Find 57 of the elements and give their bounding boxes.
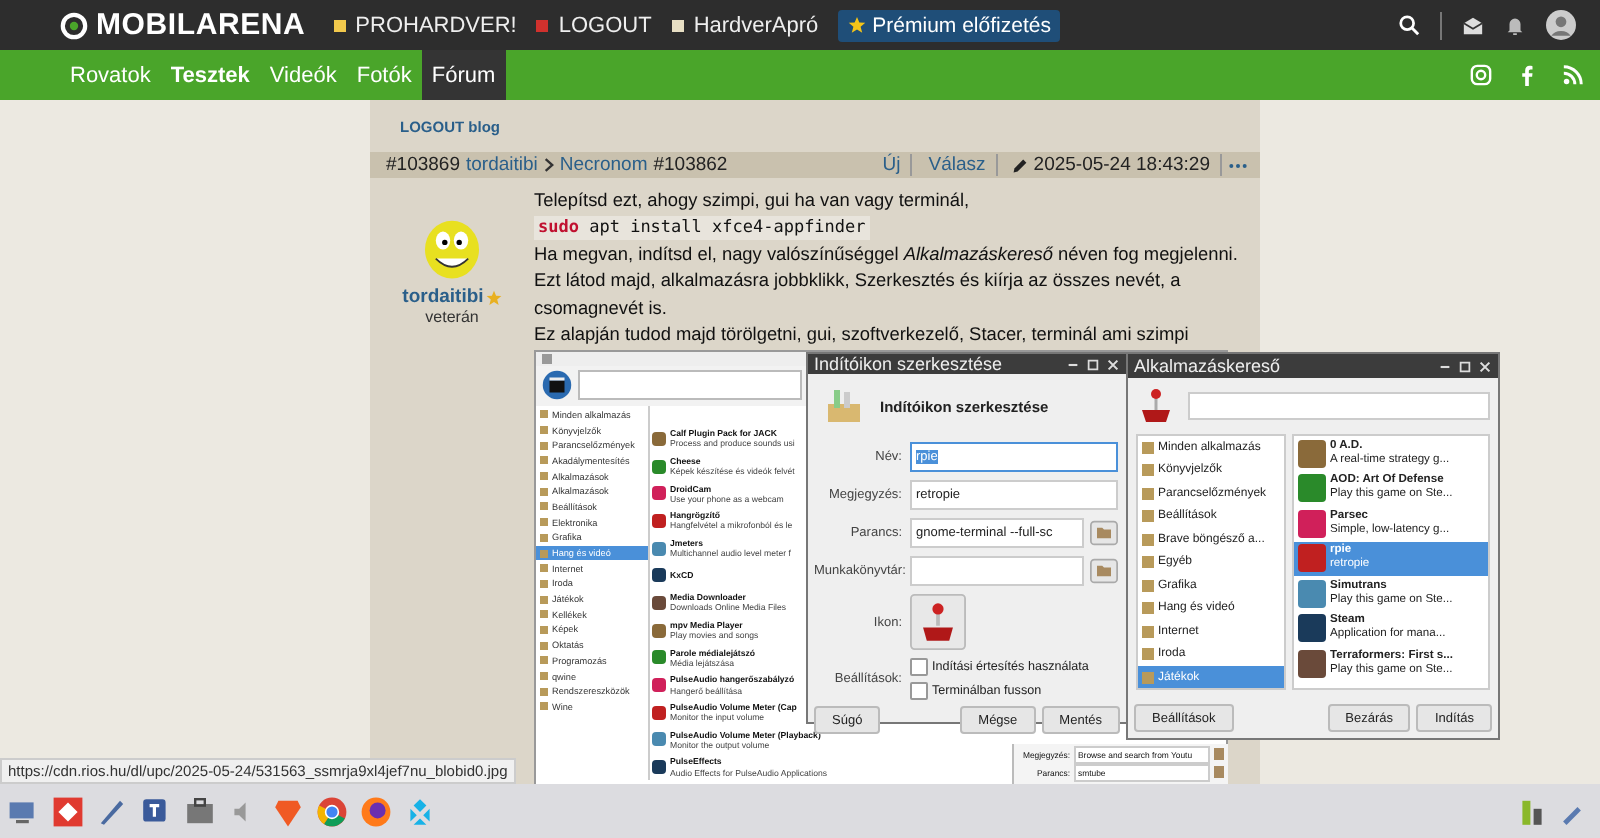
close-icon[interactable] bbox=[1478, 359, 1492, 373]
code-snippet: sudo apt install xfce4-appfinder bbox=[534, 215, 870, 239]
blog-link[interactable]: LOGOUT blog bbox=[400, 118, 500, 136]
window-title: Indítóikon szerkesztése bbox=[814, 354, 1005, 374]
rss-icon[interactable] bbox=[1562, 64, 1584, 86]
post-date: 2025-05-24 18:43:29 bbox=[1033, 154, 1222, 176]
chrome-icon[interactable] bbox=[316, 795, 348, 827]
checkbox[interactable] bbox=[910, 682, 928, 700]
instagram-icon[interactable] bbox=[1470, 64, 1492, 86]
site-link[interactable]: LOGOUT bbox=[558, 13, 652, 37]
post-action-link[interactable]: Válasz bbox=[918, 154, 998, 176]
folder-icon[interactable] bbox=[1090, 558, 1118, 584]
star-icon bbox=[848, 16, 867, 34]
bell-icon[interactable] bbox=[1504, 14, 1526, 36]
search-field[interactable] bbox=[1188, 392, 1490, 420]
site-link[interactable]: PROHARDVER! bbox=[355, 13, 517, 37]
nav-tab[interactable]: Fórum bbox=[421, 50, 506, 100]
mail-icon[interactable] bbox=[1462, 14, 1484, 36]
site-link[interactable]: HardverApró bbox=[693, 13, 819, 37]
username-link[interactable]: tordaitibi bbox=[402, 286, 484, 308]
post-paragraph: Ezt látod majd, alkalmazásra jobbklikk, Szerkesztés és kiírja az összes nevét, a csomagnevét is. bbox=[534, 268, 1183, 322]
firefox-icon[interactable] bbox=[360, 795, 392, 827]
maximize-icon[interactable] bbox=[1086, 357, 1100, 371]
avatar-icon[interactable] bbox=[1546, 10, 1576, 40]
post-paragraph: Ha megvan, indítsd el, nagy valószínűséggel Alkalmazáskereső néven fog megjelenni. bbox=[534, 241, 1240, 268]
toolbox-icon bbox=[824, 386, 864, 426]
maximize-icon[interactable] bbox=[1458, 359, 1472, 373]
pen-icon[interactable] bbox=[96, 795, 128, 827]
post-paragraph: Telepítsd ezt, ahogy szimpi, gui ha van vagy terminál, bbox=[534, 188, 972, 214]
close-icon[interactable] bbox=[1106, 357, 1120, 371]
post-number: #103869 bbox=[386, 154, 460, 176]
facebook-icon[interactable] bbox=[1516, 64, 1538, 86]
joystick-icon[interactable] bbox=[910, 594, 966, 650]
window-title: Alkalmazáskereső bbox=[1134, 356, 1283, 376]
diamond-icon[interactable] bbox=[52, 795, 84, 827]
text-tool-icon[interactable] bbox=[140, 795, 172, 827]
joystick-icon bbox=[1136, 386, 1176, 426]
chevron-right-icon bbox=[543, 158, 554, 172]
more-icon[interactable] bbox=[1228, 161, 1248, 169]
premium-button[interactable]: Prémium előfizetés bbox=[838, 9, 1061, 41]
search-field[interactable] bbox=[578, 370, 802, 400]
briefcase-icon[interactable] bbox=[184, 795, 216, 827]
checkbox[interactable] bbox=[910, 658, 928, 676]
reply-number: #103862 bbox=[653, 154, 728, 176]
site-logo[interactable]: MOBILARENA bbox=[60, 8, 306, 42]
folder-icon[interactable] bbox=[1090, 520, 1118, 546]
user-rank: veterán bbox=[425, 308, 479, 326]
text-field[interactable] bbox=[910, 556, 1084, 586]
shield-icon[interactable] bbox=[272, 795, 304, 827]
clapperboard-icon bbox=[542, 370, 572, 400]
star-icon bbox=[485, 289, 502, 305]
search-icon[interactable] bbox=[1398, 14, 1420, 36]
reply-to-link[interactable]: Necronom bbox=[559, 154, 648, 176]
pencil-icon bbox=[1011, 157, 1028, 173]
author-link[interactable]: tordaitibi bbox=[465, 154, 538, 176]
post-action-link[interactable]: Új bbox=[872, 154, 913, 176]
post-paragraph: Ez alapján tudod majd törölgetni, gui, szoftverkezelő, Stacer, terminál ami szimpi bbox=[534, 322, 1191, 348]
